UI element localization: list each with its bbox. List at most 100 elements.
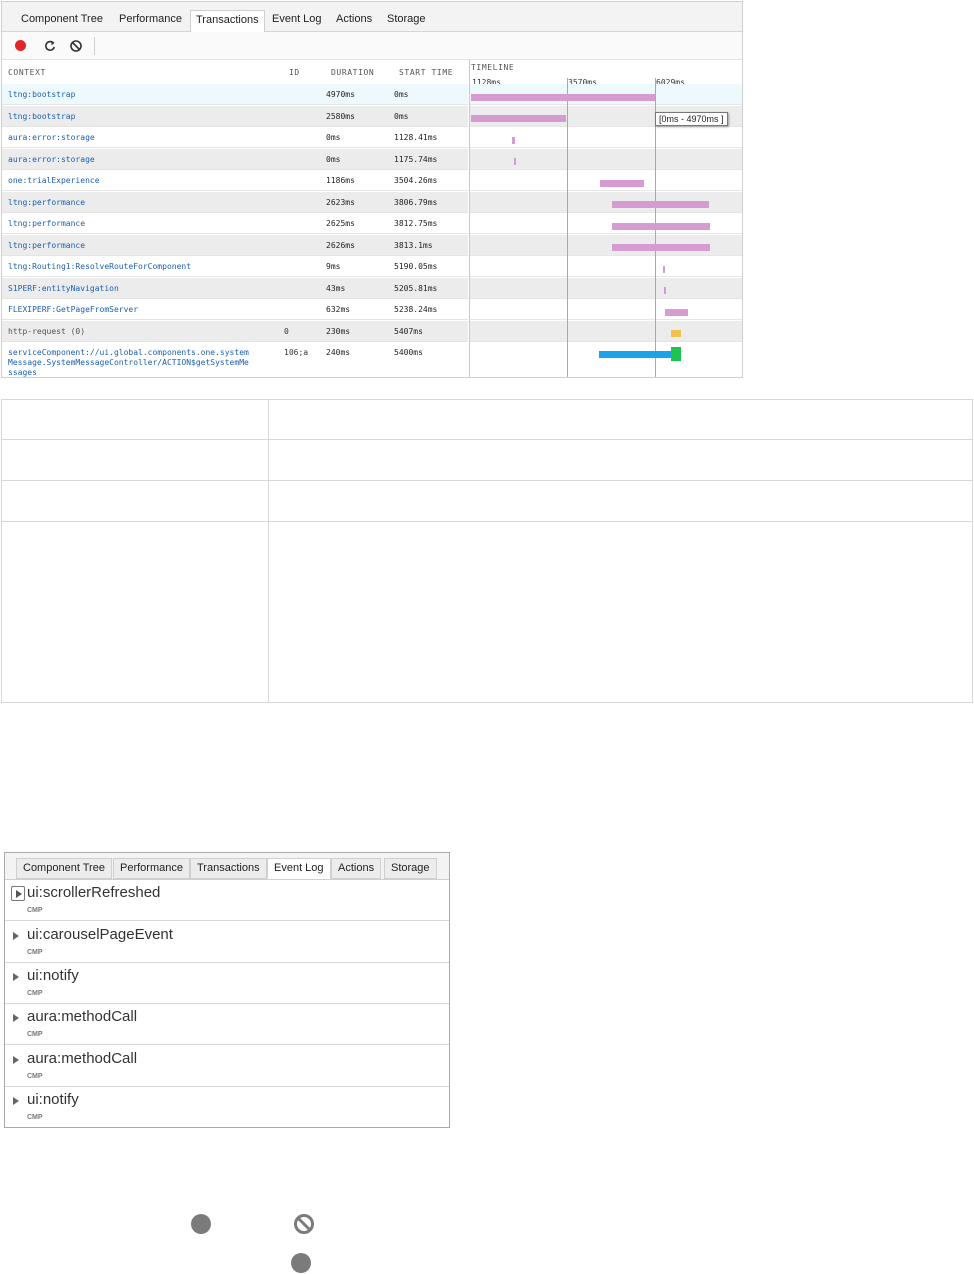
event-type: CMP — [27, 1114, 43, 1121]
table-cell — [1, 439, 269, 481]
tab-actions[interactable]: Actions — [336, 10, 372, 32]
list-item[interactable]: ui:notify CMP — [5, 1087, 449, 1127]
row-context[interactable]: S1PERF:entityNavigation — [8, 284, 119, 293]
timeline-bar[interactable] — [471, 115, 566, 122]
tab-actions[interactable]: Actions — [331, 858, 382, 879]
row-context[interactable]: aura:error:storage — [8, 155, 95, 164]
tab-performance[interactable]: Performance — [119, 10, 182, 32]
timeline-bar[interactable] — [600, 180, 644, 187]
transactions-panel: Component Tree Performance Transactions … — [1, 1, 743, 378]
row-duration: 240ms — [326, 348, 351, 357]
table-row[interactable]: ltng:performance 2626ms 3813.1ms — [2, 235, 468, 256]
table-row[interactable]: one:trialExperience 1186ms 3504.26ms — [2, 170, 468, 191]
timeline-bar[interactable] — [612, 201, 709, 208]
table-cell — [1, 521, 269, 703]
row-context-line[interactable]: ssages — [8, 368, 37, 377]
row-context[interactable]: one:trialExperience — [8, 176, 100, 185]
col-header-id[interactable]: ID — [289, 68, 300, 77]
col-header-duration[interactable]: DURATION — [331, 68, 374, 77]
list-item[interactable]: ui:carouselPageEvent CMP — [5, 922, 449, 963]
tab-event-log[interactable]: Event Log — [272, 10, 322, 32]
timeline-bar[interactable] — [664, 287, 666, 294]
timeline-bar[interactable] — [512, 137, 515, 144]
toolbar-divider — [94, 37, 95, 55]
col-header-context[interactable]: CONTEXT — [8, 68, 46, 77]
tab-performance[interactable]: Performance — [113, 858, 190, 879]
tab-storage[interactable]: Storage — [384, 858, 437, 879]
expand-arrow-icon[interactable] — [13, 973, 19, 981]
timeline-bar[interactable] — [599, 351, 671, 358]
timeline-bar[interactable] — [612, 244, 710, 251]
timeline-bar[interactable] — [663, 266, 665, 273]
timeline-row — [470, 321, 742, 342]
row-duration: 230ms — [326, 327, 351, 336]
expand-arrow-icon[interactable] — [13, 1056, 19, 1064]
row-context[interactable]: ltng:performance — [8, 241, 85, 250]
row-start: 5205.81ms — [394, 284, 438, 293]
timeline-bar[interactable] — [514, 158, 516, 165]
list-item[interactable]: ui:scrollerRefreshed CMP — [5, 880, 449, 921]
table-row[interactable]: FLEXIPERF:GetPageFromServer 632ms 5238.2… — [2, 299, 468, 320]
row-context[interactable]: ltng:bootstrap — [8, 112, 75, 121]
row-context[interactable]: aura:error:storage — [8, 133, 95, 142]
table-row[interactable]: ltng:bootstrap 2580ms 0ms — [2, 106, 468, 127]
row-context[interactable]: ltng:bootstrap — [8, 90, 75, 99]
table-row[interactable]: ltng:performance 2623ms 3806.79ms — [2, 192, 468, 213]
toolbar — [2, 32, 742, 60]
row-start: 0ms — [394, 90, 409, 99]
table-row[interactable]: aura:error:storage 0ms 1128.41ms — [2, 127, 468, 148]
row-context[interactable]: ltng:Routing1:ResolveRouteForComponent — [8, 262, 191, 271]
tab-storage[interactable]: Storage — [387, 10, 426, 32]
table-row[interactable]: serviceComponent://ui.global.components.… — [2, 342, 468, 377]
timeline-bar[interactable] — [665, 309, 688, 316]
record-icon[interactable] — [14, 38, 28, 52]
table-row[interactable]: ltng:bootstrap 4970ms 0ms — [2, 84, 468, 105]
event-name: ui:carouselPageEvent — [27, 926, 173, 943]
table-cell — [268, 521, 973, 703]
refresh-icon[interactable] — [43, 38, 57, 52]
table-cell — [268, 480, 973, 522]
list-item[interactable]: aura:methodCall CMP — [5, 1046, 449, 1087]
timeline-row — [470, 299, 742, 320]
tab-transactions[interactable]: Transactions — [190, 10, 265, 32]
table-row[interactable]: ltng:performance 2625ms 3812.75ms — [2, 213, 468, 234]
table-cell — [268, 399, 973, 440]
tab-component-tree[interactable]: Component Tree — [21, 10, 103, 32]
event-name: aura:methodCall — [27, 1050, 138, 1067]
expand-toggle-icon[interactable] — [11, 886, 25, 901]
expand-arrow-icon[interactable] — [13, 1097, 19, 1105]
table-row[interactable]: S1PERF:entityNavigation 43ms 5205.81ms — [2, 278, 468, 299]
tab-transactions[interactable]: Transactions — [190, 858, 267, 879]
row-duration: 9ms — [326, 262, 341, 271]
table-row[interactable]: ltng:Routing1:ResolveRouteForComponent 9… — [2, 256, 468, 277]
row-context-line[interactable]: serviceComponent://ui.global.components.… — [8, 348, 249, 357]
tab-component-tree[interactable]: Component Tree — [16, 858, 112, 879]
row-start: 3813.1ms — [394, 241, 433, 250]
row-context[interactable]: FLEXIPERF:GetPageFromServer — [8, 305, 138, 314]
timeline-bar[interactable] — [471, 94, 655, 101]
row-context[interactable]: ltng:performance — [8, 198, 85, 207]
row-start: 1175.74ms — [394, 155, 438, 164]
list-item[interactable]: ui:notify CMP — [5, 963, 449, 1004]
event-name: ui:notify — [27, 967, 79, 984]
col-header-start-time[interactable]: START TIME — [399, 68, 453, 77]
event-type: CMP — [27, 907, 43, 914]
list-item[interactable]: aura:methodCall CMP — [5, 1004, 449, 1045]
row-context[interactable]: http-request (0) — [8, 327, 85, 336]
timeline-bar-end[interactable] — [671, 347, 681, 361]
table-row[interactable]: http-request (0) 0 230ms 5407ms — [2, 321, 468, 342]
clear-icon — [293, 1213, 315, 1239]
row-duration: 2580ms — [326, 112, 355, 121]
clear-icon[interactable] — [69, 38, 83, 52]
row-context[interactable]: ltng:performance — [8, 219, 85, 228]
timeline-bar[interactable] — [671, 330, 681, 337]
tab-event-log[interactable]: Event Log — [267, 858, 331, 879]
table-row[interactable]: aura:error:storage 0ms 1175.74ms — [2, 149, 468, 170]
timeline-bar[interactable] — [612, 223, 710, 230]
row-context-line[interactable]: Message.SystemMessageController/ACTION$g… — [8, 358, 249, 367]
info-table — [1, 399, 973, 703]
row-duration: 0ms — [326, 133, 341, 142]
expand-arrow-icon[interactable] — [13, 932, 19, 940]
event-name: ui:notify — [27, 1091, 79, 1108]
expand-arrow-icon[interactable] — [13, 1014, 19, 1022]
